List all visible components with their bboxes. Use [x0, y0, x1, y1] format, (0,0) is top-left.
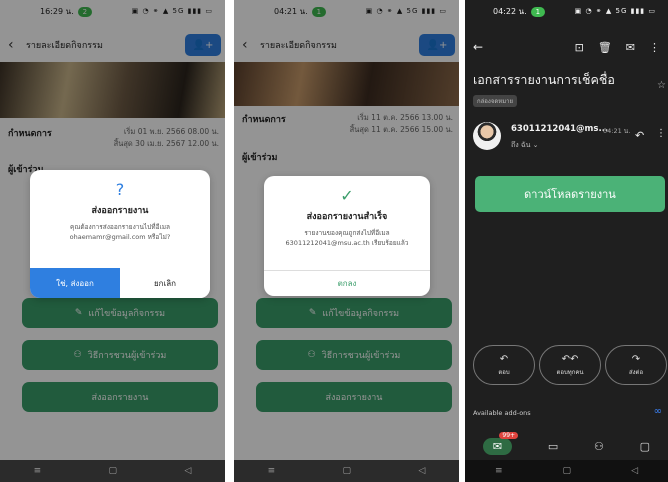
reply-all-icon: ↶↶ — [561, 353, 579, 365]
archive-icon[interactable]: ⊡ — [575, 41, 584, 54]
status-time: 04:22 น. — [493, 6, 527, 16]
dialog-buttons: ใช่, ส่งออก ยกเลิก — [30, 268, 210, 298]
recents-icon[interactable]: ≡ — [34, 466, 42, 476]
mail-icon: ✉ — [492, 439, 503, 453]
chat-tab-icon[interactable]: ▭ — [548, 440, 558, 453]
check-circle-icon: ✓ — [340, 186, 354, 205]
phone-screen-export-confirm: 16:29 น. 2 ▣ ◔ ⚭ ▲ 5G ▮▮▮ ▭ ‹ รายละเอียดก… — [0, 0, 225, 482]
forward-button[interactable]: ↷ ส่งต่อ — [605, 345, 667, 385]
phone-screen-gmail: 04:22 น. 1 ▣ ◔ ⚭ ▲ 5G ▮▮▮ ▭ ← ⊡ 🗑 ✉ ⋮ เอก… — [465, 0, 668, 482]
confirm-export-button[interactable]: ใช่, ส่งออก — [30, 268, 120, 298]
reply-label: ตอบ — [498, 368, 510, 376]
meet-tab-icon[interactable]: ▢ — [640, 440, 650, 453]
status-icons: ▣ ◔ ⚭ ▲ 5G ▮▮▮ ▭ — [574, 7, 656, 15]
email-time: 04:21 น. — [603, 127, 631, 135]
export-confirm-dialog: ? ส่งออกรายงาน คุณต้องการส่งออกรายงานไปท… — [30, 170, 210, 298]
reply-icon: ↶ — [499, 353, 509, 365]
more-vert-icon[interactable]: ⋮ — [649, 41, 660, 54]
android-nav-bar: ≡ ▢ ◁ — [234, 460, 459, 482]
addons-label: Available add-ons — [473, 409, 531, 417]
forward-icon: ↷ — [631, 353, 641, 365]
email-subject: เอกสารรายงานการเช็คชื่อ — [473, 72, 615, 87]
delete-icon[interactable]: 🗑 — [598, 41, 612, 54]
android-nav-bar: ≡ ▢ ◁ — [465, 460, 668, 482]
reply-button[interactable]: ↶ ตอบ — [473, 345, 535, 385]
mail-tab[interactable]: ✉ 99+ — [482, 431, 519, 455]
reply-icon[interactable]: ↶ — [635, 129, 644, 142]
dialog-title: ส่งออกรายงาน — [91, 206, 149, 216]
phone-screen-export-success: 04:21 น. 1 ▣ ◔ ⚭ ▲ 5G ▮▮▮ ▭ ‹ รายละเอียดก… — [234, 0, 459, 482]
spaces-tab-icon[interactable]: ⚇ — [594, 440, 604, 453]
back-icon[interactable]: ◁ — [184, 466, 191, 476]
recents-icon[interactable]: ≡ — [495, 466, 503, 476]
download-report-button[interactable]: ดาวน์โหลดรายงาน — [475, 176, 665, 212]
cancel-button[interactable]: ยกเลิก — [120, 268, 210, 298]
dialog-message: คุณต้องการส่งออกรายงานไปที่อีเมล ohaemam… — [69, 223, 171, 241]
home-icon[interactable]: ▢ — [109, 466, 118, 476]
dialog-title: ส่งออกรายงานสำเร็จ — [306, 212, 388, 222]
home-icon[interactable]: ▢ — [563, 466, 572, 476]
star-icon[interactable]: ☆ — [657, 80, 666, 91]
android-nav-bar: ≡ ▢ ◁ — [0, 460, 225, 482]
recipient-toggle[interactable]: ถึง ฉัน ⌄ — [511, 140, 539, 151]
recents-icon[interactable]: ≡ — [268, 466, 276, 476]
reply-all-button[interactable]: ↶↶ ตอบทุกคน — [539, 345, 601, 385]
home-icon[interactable]: ▢ — [343, 466, 352, 476]
screenshot-collage: 16:29 น. 2 ▣ ◔ ⚭ ▲ 5G ▮▮▮ ▭ ‹ รายละเอียดก… — [0, 0, 668, 482]
reply-all-label: ตอบทุกคน — [556, 368, 584, 376]
more-vert-icon[interactable]: ⋮ — [656, 128, 666, 139]
mail-toolbar: ← ⊡ 🗑 ✉ ⋮ — [465, 36, 668, 58]
sender-address[interactable]: 63011212041@ms... — [511, 124, 608, 134]
dialog-message: รายงานของคุณถูกส่งไปที่อีเมล 63011212041… — [285, 229, 409, 247]
unread-badge: 99+ — [499, 431, 519, 439]
back-icon[interactable]: ◁ — [631, 466, 638, 476]
gmail-bottom-nav: ✉ 99+ ▭ ⚇ ▢ — [465, 431, 668, 460]
export-success-dialog: ✓ ส่งออกรายงานสำเร็จ รายงานของคุณถูกส่งไ… — [264, 176, 430, 296]
back-icon[interactable]: ◁ — [418, 466, 425, 476]
mark-unread-icon[interactable]: ✉ — [626, 41, 635, 54]
ok-button[interactable]: ตกลง — [264, 270, 430, 296]
addon-icon[interactable]: ∞ — [654, 406, 662, 417]
forward-label: ส่งต่อ — [628, 368, 644, 376]
back-arrow-icon[interactable]: ← — [473, 40, 483, 54]
inbox-label-chip[interactable]: กล่องจดหมาย — [473, 95, 518, 107]
status-bar: 04:22 น. 1 ▣ ◔ ⚭ ▲ 5G ▮▮▮ ▭ — [465, 0, 668, 22]
sender-avatar[interactable] — [473, 122, 501, 150]
question-icon: ? — [115, 180, 125, 199]
status-pill: 1 — [530, 6, 546, 17]
